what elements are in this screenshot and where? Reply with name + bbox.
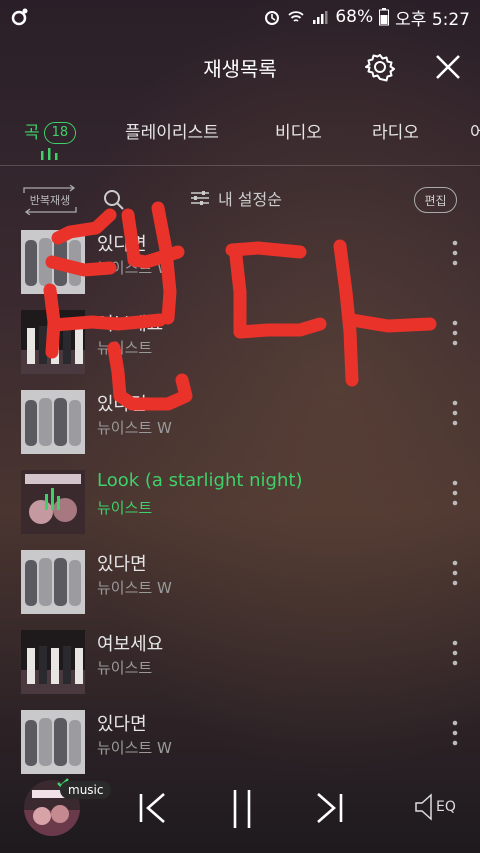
- song-artist: 뉴이스트 W: [97, 419, 172, 437]
- close-icon[interactable]: [432, 51, 464, 83]
- alarm-icon: [263, 8, 281, 26]
- search-icon[interactable]: [102, 188, 126, 212]
- song-artist: 뉴이스트: [97, 339, 153, 357]
- song-artist: 뉴이스트 W: [97, 259, 172, 277]
- album-thumbnail: [21, 470, 85, 534]
- battery-percent: 68%: [335, 7, 374, 27]
- tab-playlist[interactable]: 플레이리스트: [125, 118, 219, 143]
- signal-icon: [311, 8, 329, 26]
- more-icon[interactable]: [446, 718, 464, 748]
- song-title: 여보세요: [97, 314, 164, 335]
- list-toolbar: 반복재생 내 설정순 편집: [0, 180, 480, 220]
- album-thumbnail: [21, 390, 85, 454]
- pause-icon[interactable]: [222, 786, 262, 830]
- next-icon[interactable]: [310, 786, 350, 830]
- sort-label: 내 설정순: [218, 190, 282, 209]
- source-tag: music: [60, 781, 112, 799]
- repeat-button[interactable]: 반복재생: [22, 185, 78, 215]
- song-count-badge: 18: [43, 122, 77, 144]
- tab-more[interactable]: 어: [470, 118, 480, 143]
- song-artist: 뉴이스트 W: [97, 579, 172, 597]
- header: 재생목록: [0, 34, 480, 100]
- album-thumbnail: [21, 310, 85, 374]
- wifi-icon: [287, 8, 305, 26]
- equalizer-icon: [41, 148, 58, 160]
- tab-video[interactable]: 비디오: [275, 118, 322, 143]
- more-icon[interactable]: [446, 638, 464, 668]
- more-icon[interactable]: [446, 398, 464, 428]
- eq-speaker-icon: [415, 793, 432, 821]
- album-thumbnail: [21, 550, 85, 614]
- battery-icon: [379, 8, 390, 26]
- sort-icon: [191, 191, 209, 205]
- song-row[interactable]: 있다면뉴이스트 W: [0, 220, 480, 300]
- album-thumbnail: [21, 710, 85, 774]
- album-thumbnail: [21, 230, 85, 294]
- tab-label: 곡: [24, 123, 40, 143]
- settings-icon[interactable]: [364, 51, 396, 83]
- song-artist: 뉴이스트 W: [97, 739, 172, 757]
- eq-button[interactable]: EQ: [414, 792, 456, 822]
- album-thumbnail: [21, 630, 85, 694]
- mini-player: music EQ: [0, 766, 480, 853]
- song-list: 있다면 뉴이스트 W 여보세요 뉴이스트 있다면 뉴이스트 W Look (a starli…: [0, 220, 480, 780]
- song-title: 여보세요: [97, 634, 164, 655]
- song-artist: 뉴이스트: [97, 659, 153, 677]
- song-title: 있다면: [97, 714, 147, 735]
- sort-button[interactable]: 내 설정순: [190, 186, 282, 210]
- song-row[interactable]: 있다면뉴이스트 W: [0, 540, 480, 620]
- song-row[interactable]: 여보세요뉴이스트: [0, 620, 480, 700]
- song-title: 있다면: [97, 394, 147, 415]
- song-row[interactable]: Look (a starlight night) 뉴이스트: [0, 460, 480, 540]
- eq-label: EQ: [436, 799, 456, 815]
- song-title: 있다면: [97, 554, 147, 575]
- song-row[interactable]: 여보세요뉴이스트: [0, 300, 480, 380]
- more-icon[interactable]: [446, 238, 464, 268]
- song-title: Look (a starlight night): [97, 470, 303, 491]
- page-title: 재생목록: [203, 56, 277, 81]
- more-icon[interactable]: [446, 318, 464, 348]
- tab-bar: 곡 18 플레이리스트 비디오 라디오 어: [0, 108, 480, 166]
- song-title: 있다면: [97, 234, 147, 255]
- clock: 오후 5:27: [395, 9, 470, 30]
- more-icon[interactable]: [446, 558, 464, 588]
- tab-songs[interactable]: 곡 18: [24, 118, 77, 144]
- status-bar: 68% 오후 5:27: [0, 0, 480, 34]
- more-icon[interactable]: [446, 478, 464, 508]
- previous-icon[interactable]: [132, 786, 172, 830]
- tab-radio[interactable]: 라디오: [372, 118, 419, 143]
- edit-button[interactable]: 편집: [414, 187, 457, 213]
- song-row[interactable]: 있다면뉴이스트 W: [0, 380, 480, 460]
- app-notification-icon: [10, 7, 30, 27]
- song-artist: 뉴이스트: [97, 499, 153, 517]
